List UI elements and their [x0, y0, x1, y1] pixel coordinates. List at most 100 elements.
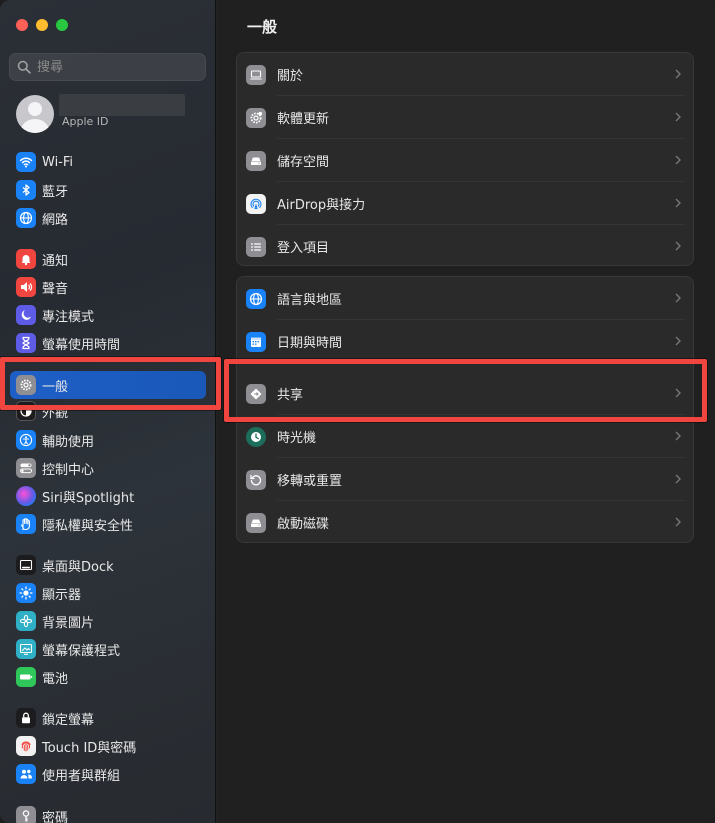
sidebar-item-desktop-dock[interactable]: 桌面與Dock — [10, 552, 206, 578]
chevron-right-icon — [675, 155, 681, 165]
row-time-machine[interactable]: 時光機 — [237, 415, 693, 458]
laptop-icon — [246, 64, 266, 85]
sidebar-item-screen-saver[interactable]: 螢幕保護程式 — [10, 636, 206, 662]
sidebar-item-label: 鎖定螢幕 — [42, 712, 95, 728]
sidebar-item-users-groups[interactable]: 使用者與群組 — [10, 761, 206, 787]
sidebar-item-lock-screen[interactable]: 鎖定螢幕 — [10, 705, 206, 731]
row-language-region[interactable]: 語言與地區 — [237, 277, 693, 320]
sidebar: Apple ID Wi-Fi 藍牙 網路 通知 — [0, 0, 216, 823]
sidebar-item-label: 網路 — [42, 212, 69, 228]
sidebar-item-label: 背景圖片 — [42, 615, 95, 631]
sidebar-item-label: Siri與Spotlight — [42, 490, 135, 506]
wifi-icon — [16, 152, 36, 172]
settings-group-2: 語言與地區 日期與時間 共享 時光機 移轉或重置 啟動磁碟 — [236, 276, 694, 543]
siri-icon — [16, 486, 36, 506]
row-label: AirDrop與接力 — [277, 198, 366, 213]
sidebar-item-label: 聲音 — [42, 281, 69, 297]
gear-icon — [16, 375, 36, 395]
chevron-right-icon — [675, 431, 681, 441]
main-pane: 一般 關於 軟體更新 儲存空間 AirDrop與接力 登入項目 語言與地區 日期… — [217, 0, 715, 823]
sidebar-item-touch-id[interactable]: Touch ID與密碼 — [10, 733, 206, 759]
dock-icon — [16, 555, 36, 575]
sidebar-item-label: 螢幕使用時間 — [42, 337, 121, 353]
sidebar-item-label: 控制中心 — [42, 462, 95, 478]
sidebar-item-label: 顯示器 — [42, 587, 82, 603]
minimize-button[interactable] — [36, 19, 48, 31]
row-storage[interactable]: 儲存空間 — [237, 139, 693, 182]
search-input[interactable] — [37, 59, 197, 75]
globe-icon — [16, 208, 36, 228]
battery-icon — [16, 667, 36, 687]
row-label: 關於 — [277, 69, 304, 84]
sidebar-item-label: 輔助使用 — [42, 434, 95, 450]
sidebar-item-accessibility[interactable]: 輔助使用 — [10, 427, 206, 453]
row-sharing[interactable]: 共享 — [237, 372, 693, 415]
sidebar-item-network[interactable]: 網路 — [10, 205, 206, 231]
row-startup-disk[interactable]: 啟動磁碟 — [237, 501, 693, 544]
sharing-icon — [246, 383, 266, 404]
sidebar-item-label: 一般 — [42, 379, 69, 395]
row-label: 語言與地區 — [277, 293, 343, 308]
zoom-button[interactable] — [56, 19, 68, 31]
sidebar-item-notifications[interactable]: 通知 — [10, 246, 206, 272]
row-login-items[interactable]: 登入項目 — [237, 225, 693, 268]
avatar — [16, 95, 54, 133]
calendar-icon — [246, 331, 266, 352]
chevron-right-icon — [675, 293, 681, 303]
users-icon — [16, 764, 36, 784]
row-airdrop-handoff[interactable]: AirDrop與接力 — [237, 182, 693, 225]
sidebar-item-siri-spotlight[interactable]: Siri與Spotlight — [10, 483, 206, 509]
close-button[interactable] — [16, 19, 28, 31]
sidebar-item-bluetooth[interactable]: 藍牙 — [10, 177, 206, 203]
divider — [277, 362, 685, 363]
speaker-icon — [16, 277, 36, 297]
sidebar-item-general[interactable]: 一般 — [10, 371, 206, 399]
chevron-right-icon — [675, 241, 681, 251]
page-title: 一般 — [247, 18, 278, 36]
row-transfer-reset[interactable]: 移轉或重置 — [237, 458, 693, 501]
sidebar-item-battery[interactable]: 電池 — [10, 664, 206, 690]
chevron-right-icon — [675, 198, 681, 208]
search-icon — [17, 60, 31, 74]
appearance-icon — [16, 401, 36, 421]
sidebar-item-passwords[interactable]: 密碼 — [10, 803, 206, 823]
sidebar-item-screen-time[interactable]: 螢幕使用時間 — [10, 330, 206, 356]
row-label: 時光機 — [277, 431, 317, 446]
sidebar-item-displays[interactable]: 顯示器 — [10, 580, 206, 606]
accessibility-icon — [16, 430, 36, 450]
row-label: 登入項目 — [277, 241, 330, 256]
chevron-right-icon — [675, 336, 681, 346]
bluetooth-icon — [16, 180, 36, 200]
chevron-right-icon — [675, 69, 681, 79]
hourglass-icon — [16, 333, 36, 353]
search-field[interactable] — [9, 53, 206, 81]
sidebar-item-label: Wi-Fi — [42, 154, 74, 170]
list-icon — [246, 236, 266, 257]
fingerprint-icon — [16, 736, 36, 756]
row-about[interactable]: 關於 — [237, 53, 693, 96]
sidebar-item-wifi[interactable]: Wi-Fi — [10, 149, 206, 175]
sidebar-item-privacy-security[interactable]: 隱私權與安全性 — [10, 511, 206, 537]
settings-group-1: 關於 軟體更新 儲存空間 AirDrop與接力 登入項目 — [236, 52, 694, 266]
apple-id-item[interactable]: Apple ID — [16, 94, 206, 134]
key-icon — [16, 806, 36, 823]
sidebar-item-label: 螢幕保護程式 — [42, 643, 121, 659]
sidebar-item-control-center[interactable]: 控制中心 — [10, 455, 206, 481]
sidebar-item-label: 專注模式 — [42, 309, 95, 325]
reset-icon — [246, 469, 266, 490]
chevron-right-icon — [675, 474, 681, 484]
bell-icon — [16, 249, 36, 269]
row-software-update[interactable]: 軟體更新 — [237, 96, 693, 139]
sidebar-item-label: 藍牙 — [42, 184, 69, 200]
row-label: 啟動磁碟 — [277, 517, 330, 532]
sidebar-item-label: 使用者與群組 — [42, 768, 121, 784]
sidebar-item-focus[interactable]: 專注模式 — [10, 302, 206, 328]
sidebar-item-sound[interactable]: 聲音 — [10, 274, 206, 300]
row-date-time[interactable]: 日期與時間 — [237, 320, 693, 363]
sidebar-item-label: 通知 — [42, 253, 69, 269]
row-label: 共享 — [277, 388, 304, 403]
sidebar-item-wallpaper[interactable]: 背景圖片 — [10, 608, 206, 634]
sidebar-item-appearance[interactable]: 外觀 — [10, 399, 206, 423]
sidebar-item-label: 外觀 — [42, 406, 69, 421]
row-label: 移轉或重置 — [277, 474, 343, 489]
